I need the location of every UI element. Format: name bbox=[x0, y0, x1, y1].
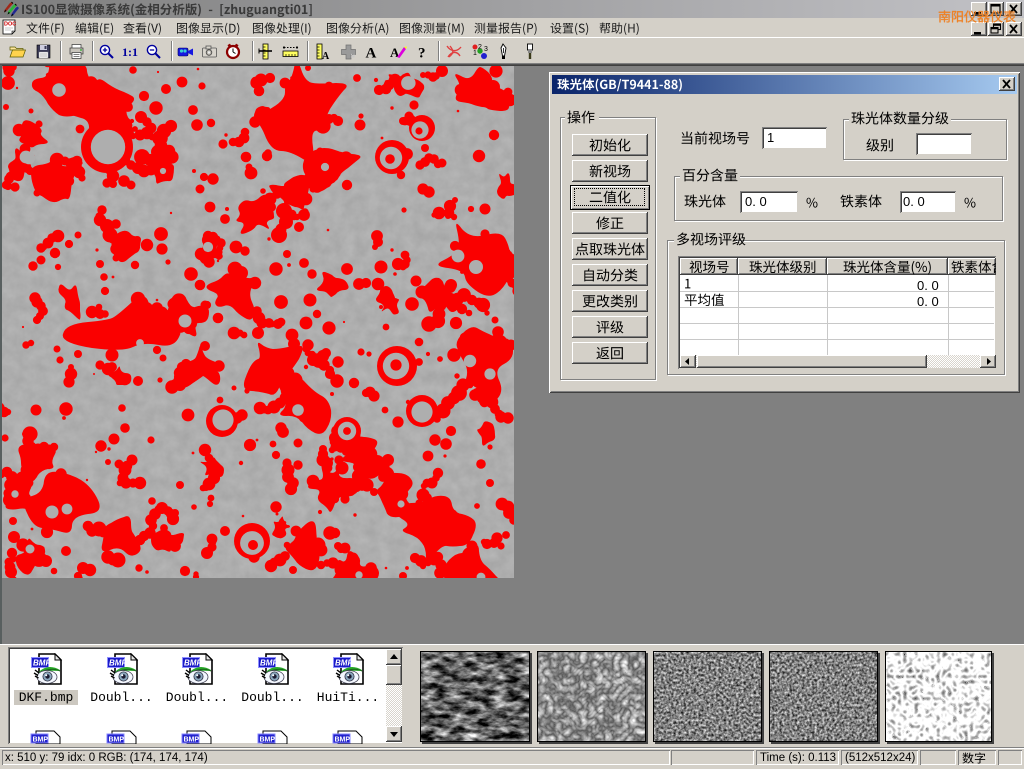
svg-text:3: 3 bbox=[484, 46, 488, 53]
svg-text:A: A bbox=[366, 46, 377, 62]
svg-text:BMP: BMP bbox=[259, 737, 275, 744]
svg-text:BMP: BMP bbox=[33, 737, 49, 744]
svg-text:BMP: BMP bbox=[33, 659, 51, 668]
svg-text:1:1: 1:1 bbox=[122, 45, 138, 59]
svg-text:BMP: BMP bbox=[108, 737, 124, 744]
svg-text:BMP: BMP bbox=[184, 737, 200, 744]
svg-text:DOC: DOC bbox=[4, 22, 16, 28]
svg-text:1: 1 bbox=[473, 50, 477, 57]
svg-text:BMP: BMP bbox=[335, 659, 353, 668]
svg-text:?: ? bbox=[418, 46, 426, 62]
svg-text:BMP: BMP bbox=[109, 659, 127, 668]
svg-text:BMP: BMP bbox=[184, 659, 202, 668]
svg-text:A: A bbox=[322, 51, 330, 61]
svg-text:A: A bbox=[390, 45, 400, 60]
svg-text:2: 2 bbox=[478, 44, 482, 51]
svg-text:BMP: BMP bbox=[335, 737, 351, 744]
svg-text:BMP: BMP bbox=[260, 659, 278, 668]
